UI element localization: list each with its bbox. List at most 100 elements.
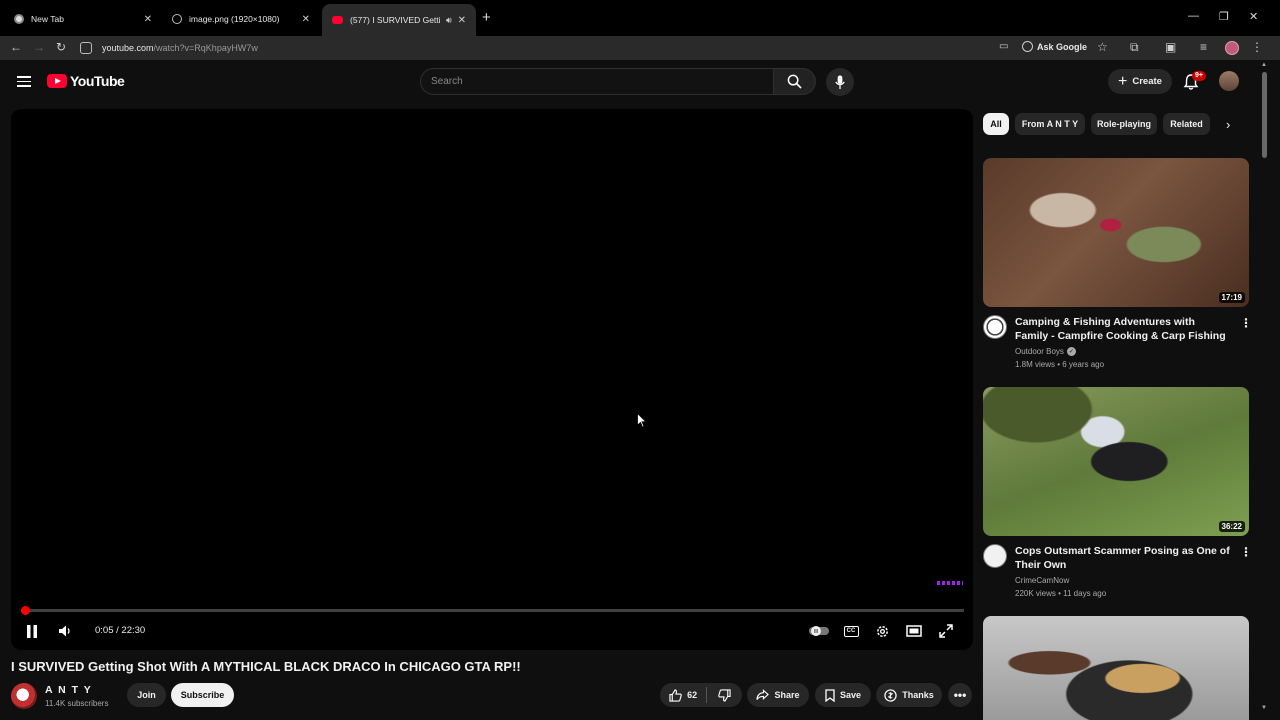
ask-google-button[interactable]: Ask Google bbox=[1022, 41, 1087, 52]
browser-profile-avatar[interactable] bbox=[1225, 41, 1239, 55]
reload-icon[interactable]: ↻ bbox=[56, 40, 66, 54]
thumbnail-cops[interactable]: 36:22 bbox=[983, 387, 1249, 536]
search-placeholder: Search bbox=[431, 76, 463, 87]
chip-label: All bbox=[990, 119, 1002, 129]
forward-icon[interactable]: → bbox=[33, 40, 45, 54]
subscribe-button[interactable]: Subscribe bbox=[171, 683, 234, 707]
recommendation-title[interactable]: Camping & Fishing Adventures with Family… bbox=[1015, 315, 1230, 343]
video-duration: 17:19 bbox=[1218, 292, 1245, 303]
recommendation-channel[interactable]: Outdoor Boys ✓ bbox=[1015, 347, 1076, 356]
like-count: 62 bbox=[687, 690, 698, 700]
video-duration: 36:22 bbox=[1218, 521, 1245, 532]
scroll-down-arrow-icon[interactable]: ▼ bbox=[1261, 705, 1267, 711]
new-tab-icon[interactable]: + bbox=[482, 10, 491, 26]
chip-related[interactable]: Related bbox=[1163, 113, 1210, 135]
youtube-play-logo-icon bbox=[47, 74, 67, 88]
progress-bar[interactable] bbox=[21, 606, 964, 615]
plus-icon: + bbox=[1118, 72, 1128, 90]
search-button[interactable] bbox=[774, 68, 816, 95]
back-icon[interactable]: ← bbox=[10, 40, 22, 54]
scrubber-handle[interactable] bbox=[21, 606, 30, 615]
thumbs-up-icon bbox=[669, 688, 682, 702]
video-player[interactable]: 0:05 / 22:30 CC bbox=[11, 109, 973, 650]
close-icon[interactable]: ✕ bbox=[458, 15, 466, 26]
scroll-up-arrow-icon[interactable]: ▲ bbox=[1261, 62, 1267, 68]
save-button[interactable]: Save bbox=[815, 683, 871, 707]
join-label: Join bbox=[137, 690, 156, 700]
kebab-menu-icon[interactable]: ⋮ bbox=[1240, 546, 1252, 558]
close-icon[interactable]: ✕ bbox=[144, 14, 152, 25]
tab-title: image.png (1920×1080) bbox=[189, 14, 280, 24]
minimize-icon[interactable]: — bbox=[1188, 10, 1199, 22]
browser-tab-strip: New Tab ✕ image.png (1920×1080) ✕ (577) … bbox=[0, 0, 1280, 36]
recommendation-channel[interactable]: CrimeCamNow bbox=[1015, 576, 1069, 585]
channel-name[interactable]: A N T Y bbox=[45, 684, 92, 696]
window-close-icon[interactable]: ✕ bbox=[1249, 10, 1258, 23]
settings-button[interactable] bbox=[873, 623, 891, 639]
mute-button[interactable] bbox=[57, 623, 73, 639]
split-view-icon[interactable]: ▣ bbox=[1165, 40, 1176, 54]
autoplay-toggle[interactable] bbox=[808, 623, 830, 639]
theater-mode-icon bbox=[906, 625, 922, 637]
tab-image[interactable]: image.png (1920×1080) ✕ bbox=[162, 4, 320, 34]
channel-label: CrimeCamNow bbox=[1015, 576, 1070, 585]
channel-avatar-outdoor-boys[interactable] bbox=[983, 315, 1007, 339]
create-button[interactable]: + Create bbox=[1108, 69, 1172, 94]
join-button[interactable]: Join bbox=[127, 683, 166, 707]
overlay-indicator bbox=[937, 581, 963, 585]
fullscreen-button[interactable] bbox=[937, 623, 955, 639]
fullscreen-icon bbox=[939, 624, 953, 638]
recommendation-meta: 220K views • 11 days ago bbox=[1015, 589, 1107, 598]
channel-avatar[interactable] bbox=[11, 683, 37, 709]
page-scrollbar[interactable] bbox=[1262, 72, 1267, 158]
site-info-icon[interactable] bbox=[80, 42, 92, 54]
address-bar[interactable]: youtube.com /watch?v=RqKhpayHW7w bbox=[80, 38, 1000, 58]
pause-button[interactable] bbox=[24, 623, 40, 639]
logo-wordmark: YouTube bbox=[70, 73, 125, 89]
guide-menu-icon[interactable] bbox=[17, 76, 31, 87]
search-input[interactable]: Search bbox=[420, 68, 774, 95]
recommendation-title[interactable]: Cops Outsmart Scammer Posing as One of T… bbox=[1015, 544, 1230, 572]
thanks-button[interactable]: Thanks bbox=[876, 683, 942, 707]
extensions-icon[interactable]: ⧉ bbox=[1130, 40, 1139, 54]
channel-label: Outdoor Boys bbox=[1015, 347, 1064, 356]
chip-all[interactable]: All bbox=[983, 113, 1009, 135]
close-icon[interactable]: ✕ bbox=[302, 14, 310, 25]
restore-icon[interactable]: ❐ bbox=[1219, 10, 1229, 23]
subtitles-button[interactable]: CC bbox=[842, 623, 860, 639]
subscribe-label: Subscribe bbox=[180, 690, 225, 700]
verified-icon: ✓ bbox=[1066, 347, 1076, 356]
channel-avatar-crimecamnow[interactable] bbox=[983, 544, 1007, 568]
mouse-cursor-icon bbox=[637, 413, 647, 428]
chevron-right-icon[interactable]: › bbox=[1226, 117, 1230, 132]
google-lens-icon bbox=[1022, 41, 1033, 52]
chip-role-playing[interactable]: Role-playing bbox=[1091, 113, 1157, 135]
like-button[interactable]: 62 bbox=[660, 683, 706, 707]
tab-youtube[interactable]: (577) I SURVIVED Getting S 🔊︎ ✕ bbox=[322, 4, 476, 36]
tab-new-tab[interactable]: New Tab ✕ bbox=[4, 4, 162, 34]
account-avatar[interactable] bbox=[1219, 71, 1239, 91]
kebab-menu-icon[interactable]: ⋮ bbox=[1240, 317, 1252, 329]
dislike-button[interactable] bbox=[707, 683, 742, 707]
bookmark-icon bbox=[825, 688, 835, 702]
time-display: 0:05 / 22:30 bbox=[95, 625, 146, 636]
subscriber-count: 11.4K subscribers bbox=[45, 699, 109, 708]
speaker-icon[interactable]: 🔊︎ bbox=[446, 15, 452, 26]
chip-from-anty[interactable]: From A N T Y bbox=[1015, 113, 1085, 135]
theater-mode-button[interactable] bbox=[905, 623, 923, 639]
browser-menu-icon[interactable]: ⋮ bbox=[1251, 40, 1263, 54]
media-control-icon[interactable]: ≡ bbox=[1200, 40, 1207, 54]
cast-icon[interactable]: ▭ bbox=[999, 40, 1008, 54]
browser-toolbar: ← → ↻ youtube.com /watch?v=RqKhpayHW7w ▭… bbox=[0, 36, 1280, 60]
search-icon bbox=[787, 74, 802, 89]
voice-search-button[interactable] bbox=[826, 68, 854, 96]
thumbnail-camping[interactable]: 17:19 bbox=[983, 158, 1249, 307]
more-actions-icon[interactable]: ••• bbox=[948, 683, 972, 707]
closed-captions-icon: CC bbox=[843, 625, 859, 637]
share-button[interactable]: Share bbox=[747, 683, 809, 707]
thumbnail-third[interactable] bbox=[983, 616, 1249, 720]
bookmark-star-icon[interactable]: ☆ bbox=[1097, 40, 1108, 54]
youtube-logo[interactable]: YouTube bbox=[47, 73, 125, 89]
tab-title: New Tab bbox=[31, 14, 64, 24]
youtube-favicon-icon bbox=[332, 16, 343, 24]
